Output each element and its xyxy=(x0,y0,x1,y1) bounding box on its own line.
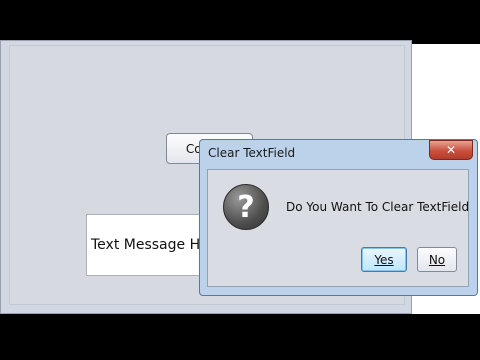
close-icon: ✕ xyxy=(445,143,457,157)
yes-button[interactable]: Yes xyxy=(361,247,407,272)
question-icon: ? xyxy=(223,184,269,230)
dialog-body: ? Do You Want To Clear TextField Yes No xyxy=(207,169,469,287)
no-button[interactable]: No xyxy=(417,247,457,272)
clear-textfield-dialog: Clear TextField ✕ ? Do You Want To Clear… xyxy=(199,139,478,296)
dialog-message: Do You Want To Clear TextField xyxy=(286,200,470,214)
dialog-title: Clear TextField xyxy=(208,146,296,160)
close-button[interactable]: ✕ xyxy=(429,140,473,160)
